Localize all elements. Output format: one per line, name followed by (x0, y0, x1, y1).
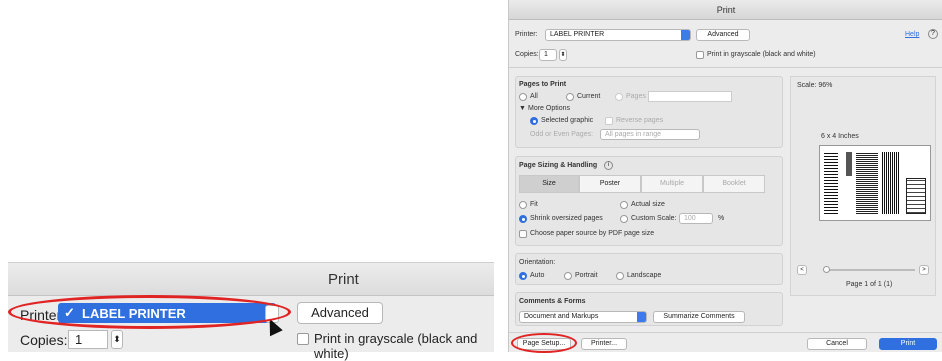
preview-size: 6 x 4 Inches (821, 133, 859, 140)
printer-button[interactable]: Printer... (581, 338, 627, 350)
orientation-panel: Orientation: Auto Portrait Landscape (515, 253, 783, 285)
pages-range-input[interactable] (648, 91, 732, 102)
highlight-circle (8, 295, 291, 329)
page-sizing-panel: Page Sizing & Handling i Size Poster Mul… (515, 156, 783, 246)
paper-source-label: Choose paper source by PDF page size (530, 230, 655, 237)
shrink-label: Shrink oversized pages (530, 215, 603, 222)
comments-dropdown[interactable]: Document and Markups (519, 311, 647, 323)
summarize-comments-button[interactable]: Summarize Comments (653, 311, 745, 323)
footer-divider (509, 332, 942, 333)
custom-scale-label: Custom Scale: (631, 215, 677, 222)
radio-fit[interactable] (519, 201, 527, 209)
tab-size[interactable]: Size (519, 175, 579, 193)
highlight-circle (511, 333, 577, 353)
radio-current-label: Current (577, 93, 601, 100)
radio-pages[interactable] (615, 93, 623, 101)
more-options-label[interactable]: More Options (528, 105, 570, 112)
zoomed-body: Printer ✓ LABEL PRINTER Advanced Copies:… (8, 295, 494, 361)
paper-source-checkbox[interactable] (519, 230, 527, 238)
odd-even-dropdown[interactable]: All pages in range (600, 129, 700, 140)
dialog-title: Print (716, 5, 736, 15)
print-button[interactable]: Print (879, 338, 937, 350)
radio-selected-graphic[interactable] (530, 117, 538, 125)
help-link[interactable]: Help (905, 31, 919, 38)
barcode-icon (824, 152, 838, 214)
label-address-block (906, 178, 926, 214)
advanced-button[interactable]: Advanced (696, 29, 750, 41)
zoomed-copies-stepper[interactable]: ⬍ (111, 330, 123, 349)
zoomed-grayscale-checkbox[interactable] (297, 333, 309, 345)
help-icon[interactable]: ? (928, 29, 938, 39)
copies-stepper[interactable]: ⬍ (559, 49, 567, 61)
landscape-label: Landscape (627, 272, 662, 279)
print-dialog: Print Printer: LABEL PRINTER Advanced He… (508, 0, 942, 353)
prev-page-button[interactable]: < (797, 265, 807, 275)
radio-custom-scale[interactable] (620, 215, 628, 223)
next-page-button[interactable]: > (919, 265, 929, 275)
radio-landscape[interactable] (616, 272, 624, 280)
divider (509, 67, 942, 68)
tab-booklet[interactable]: Booklet (703, 175, 765, 193)
radio-current[interactable] (566, 93, 574, 101)
comments-heading: Comments & Forms (519, 298, 586, 305)
radio-portrait[interactable] (564, 272, 572, 280)
tab-multiple[interactable]: Multiple (641, 175, 703, 193)
pages-to-print-panel: Pages to Print All Current Pages ▼ More … (515, 76, 783, 148)
comments-value: Document and Markups (524, 313, 599, 320)
page-slider-thumb[interactable] (823, 266, 830, 273)
barcode-icon (882, 152, 900, 214)
pages-to-print-heading: Pages to Print (519, 81, 567, 88)
zoomed-copies-input[interactable]: 1 (68, 330, 108, 349)
radio-actual-size[interactable] (620, 201, 628, 209)
grayscale-label: Print in grayscale (black and white) (707, 51, 816, 58)
reverse-pages-checkbox[interactable] (605, 117, 613, 125)
info-icon[interactable]: i (604, 161, 613, 170)
preview-scale: Scale: 96% (797, 82, 833, 89)
selected-graphic-label: Selected graphic (541, 117, 594, 124)
radio-all[interactable] (519, 93, 527, 101)
radio-all-label: All (530, 93, 538, 100)
fit-label: Fit (530, 201, 538, 208)
odd-even-value: All pages in range (605, 131, 662, 138)
zoomed-print-dialog: Print Printer ✓ LABEL PRINTER Advanced C… (0, 0, 500, 361)
zoomed-title: Print (328, 271, 359, 288)
reverse-pages-label: Reverse pages (616, 117, 664, 124)
orientation-heading: Orientation: (519, 259, 556, 266)
page-info: Page 1 of 1 (1) (846, 281, 893, 288)
tab-poster[interactable]: Poster (579, 175, 641, 193)
odd-even-label: Odd or Even Pages: (530, 131, 594, 138)
printer-dropdown[interactable]: LABEL PRINTER (545, 29, 691, 41)
label-text-block (846, 152, 852, 176)
portrait-label: Portrait (575, 272, 598, 279)
comments-panel: Comments & Forms Document and Markups Su… (515, 292, 783, 326)
grayscale-checkbox[interactable] (696, 51, 704, 59)
copies-label: Copies: (515, 51, 539, 58)
page-sizing-heading: Page Sizing & Handling (519, 162, 598, 169)
label-detail-block (856, 152, 878, 214)
printer-label: Printer: (515, 31, 538, 38)
radio-shrink[interactable] (519, 215, 527, 223)
label-preview-image (819, 145, 931, 221)
disclosure-triangle-icon[interactable]: ▼ (519, 105, 526, 112)
chevron-updown-icon (637, 312, 646, 322)
printer-value: LABEL PRINTER (550, 31, 605, 38)
auto-label: Auto (530, 272, 545, 279)
zoomed-copies-label: Copies: (20, 332, 68, 348)
zoomed-grayscale-label: Print in grayscale (black and white) (314, 331, 478, 361)
copies-input[interactable]: 1 (539, 49, 557, 61)
zoomed-advanced-button[interactable]: Advanced (297, 302, 383, 324)
zoomed-title-bar: Print (8, 262, 494, 296)
chevron-updown-icon (681, 30, 690, 40)
preview-panel: Scale: 96% 6 x 4 Inches < > Page 1 of 1 … (790, 76, 936, 296)
dialog-title-bar: Print (509, 0, 942, 20)
custom-scale-input[interactable]: 100 (679, 213, 713, 224)
radio-pages-label: Pages (626, 93, 646, 100)
actual-size-label: Actual size (631, 201, 665, 208)
cancel-button[interactable]: Cancel (807, 338, 867, 350)
percent-label: % (718, 215, 725, 222)
radio-auto[interactable] (519, 272, 527, 280)
page-slider-track[interactable] (825, 269, 915, 271)
